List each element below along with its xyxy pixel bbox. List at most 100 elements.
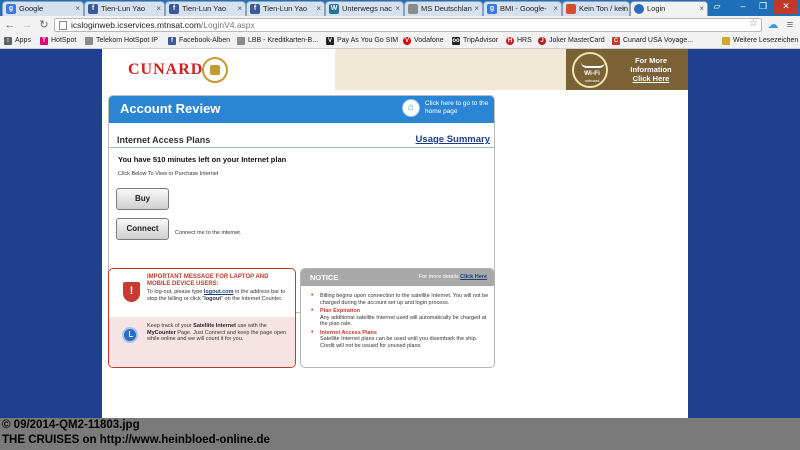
apps-icon: ⁝: [4, 37, 12, 45]
browser-tab[interactable]: g Google ×: [2, 1, 84, 16]
bookmark-lbb[interactable]: LBB - Kreditkarten-B...: [237, 36, 318, 46]
browser-toolbar: ← → ↻ icsloginweb.icservices.mtnsat.com/…: [0, 16, 800, 34]
bookmark-cunard[interactable]: C Cunard USA Voyage...: [612, 36, 693, 46]
home-icon[interactable]: ⌂: [402, 99, 420, 117]
caption-line-1: © 09/2014-QM2-11803.jpg: [2, 419, 140, 431]
warning-shield-icon: !: [123, 282, 140, 302]
vodafone-icon: V: [326, 37, 334, 45]
wifi-more-info[interactable]: For More Information Click Here: [618, 56, 684, 83]
bookmark-payg[interactable]: V Pay As You Go SIM: [326, 36, 398, 46]
minutes-remaining: You have 510 minutes left on your Intern…: [118, 155, 287, 164]
bookmark-hotspot[interactable]: T HotSpot: [40, 36, 76, 46]
bookmark-star-icon[interactable]: ☆: [749, 18, 758, 29]
tab-title: Login: [647, 4, 666, 13]
browser-tab[interactable]: MS Deutschlan ×: [404, 1, 483, 16]
bookmark-tripadvisor[interactable]: oo TripAdvisor: [452, 36, 498, 46]
home-link[interactable]: Click here to go to the home page: [425, 100, 494, 116]
ship-icon: [581, 58, 605, 68]
close-icon[interactable]: ×: [553, 2, 558, 15]
bookmark-telekom[interactable]: Telekom HotSpot IP: [85, 36, 158, 46]
bookmark-vodafone[interactable]: V Vodafone: [403, 36, 444, 46]
notice-click-here-link[interactable]: Click Here: [460, 274, 487, 280]
close-icon[interactable]: ×: [237, 2, 242, 15]
browser-tab[interactable]: g BMI - Google- ×: [483, 1, 562, 16]
browser-tab[interactable]: f Tien-Lun Yao ×: [165, 1, 246, 16]
address-bar[interactable]: icsloginweb.icservices.mtnsat.com/LoginV…: [54, 18, 762, 32]
tab-title: Google: [19, 4, 44, 13]
bookmark-more[interactable]: Weitere Lesezeichen: [722, 36, 798, 46]
close-window-icon[interactable]: ✕: [774, 0, 798, 14]
tab-title: MS Deutschlan: [421, 4, 472, 13]
account-review-header: Account Review ⌂ Click here to go to the…: [109, 96, 494, 123]
bookmarks-bar: ⁝ Apps T HotSpot Telekom HotSpot IP f Faceb…: [0, 34, 800, 49]
page-icon: [59, 21, 67, 30]
mycounter-text: Keep track of your Satellite Internet us…: [147, 323, 287, 342]
clock-icon: [122, 327, 138, 343]
login-page: CUNARD Wi-Fi onboard For More Informatio…: [102, 49, 688, 420]
wifi-info-banner[interactable]: Wi-Fi onboard For More Information Click…: [566, 49, 688, 90]
browser-tab[interactable]: f Tien-Lun Yao ×: [246, 1, 325, 16]
back-icon[interactable]: ←: [3, 18, 17, 32]
close-icon[interactable]: ×: [474, 2, 479, 15]
page-icon: [408, 4, 418, 14]
notice-title: NOTICE: [310, 273, 339, 282]
tripadvisor-icon: oo: [452, 37, 460, 45]
joker-icon: J: [538, 37, 546, 45]
tab-title: BMI - Google-: [500, 4, 547, 13]
vodafone-icon: V: [403, 37, 411, 45]
globe-icon: [634, 4, 644, 14]
restore-icon[interactable]: ❐: [754, 0, 772, 14]
browser-tab[interactable]: Kein Ton / kein ×: [562, 1, 630, 16]
close-icon[interactable]: ×: [156, 2, 161, 15]
close-icon[interactable]: ×: [395, 2, 400, 15]
crest-icon: [202, 57, 228, 83]
connect-button[interactable]: Connect: [116, 218, 169, 240]
logo-area: CUNARD: [102, 49, 335, 90]
forward-icon[interactable]: →: [20, 18, 34, 32]
new-tab-button[interactable]: ▱: [711, 0, 723, 14]
reload-icon[interactable]: ↻: [37, 18, 51, 32]
hrs-icon: H: [506, 37, 514, 45]
usage-summary-link[interactable]: Usage Summary: [416, 134, 490, 145]
wifi-sub: onboard: [584, 78, 600, 83]
buy-button[interactable]: Buy: [116, 188, 169, 210]
browser-tab-bar: g Google × f Tien-Lun Yao × f Tien-Lun Y…: [0, 0, 800, 16]
plans-label: Internet Access Plans: [117, 135, 211, 145]
menu-icon[interactable]: ≡: [783, 18, 797, 32]
logout-link[interactable]: logout.com: [204, 289, 234, 295]
minimize-icon[interactable]: –: [734, 0, 752, 14]
tab-title: Tien-Lun Yao: [263, 4, 308, 13]
cloud-icon[interactable]: ☁: [766, 18, 780, 32]
browser-tab-active[interactable]: Login ×: [630, 1, 708, 16]
important-title: IMPORTANT MESSAGE FOR LAPTOP AND MOBILE …: [147, 274, 269, 287]
header-band: CUNARD Wi-Fi onboard For More Informatio…: [102, 49, 688, 90]
wifi-label: Wi-Fi: [584, 70, 600, 77]
bookmark-joker[interactable]: J Joker MasterCard: [538, 36, 605, 46]
close-icon[interactable]: ×: [699, 2, 704, 15]
list-item: Plan ExpirationAny additional satellite …: [311, 308, 491, 328]
browser-tab[interactable]: f Tien-Lun Yao ×: [84, 1, 165, 16]
close-icon[interactable]: ×: [621, 2, 626, 15]
tab-title: Tien-Lun Yao: [101, 4, 146, 13]
cunard-logo: CUNARD: [128, 61, 204, 78]
cunard-icon: C: [612, 37, 620, 45]
facebook-icon: f: [88, 4, 98, 14]
bookmark-facebook[interactable]: f Facebook-Alben: [168, 36, 230, 46]
caption-line-2: THE CRUISES on http://www.heinbloed-onli…: [2, 434, 270, 446]
notice-more: For more details Click Here: [418, 274, 487, 280]
notice-list: Billing begins upon connection to the sa…: [311, 293, 491, 351]
close-icon[interactable]: ×: [75, 2, 80, 15]
facebook-icon: f: [169, 4, 179, 14]
telekom-icon: T: [40, 37, 48, 45]
tab-title: Tien-Lun Yao: [182, 4, 227, 13]
facebook-icon: f: [250, 4, 260, 14]
bookmark-hrs[interactable]: H HRS: [506, 36, 532, 46]
wordpress-icon: W: [329, 4, 339, 14]
browser-tab[interactable]: W Unterwegs nac ×: [325, 1, 404, 16]
connect-note: Connect me to the internet.: [175, 230, 242, 236]
list-item: Billing begins upon connection to the sa…: [311, 293, 491, 306]
logout-instructions: To log-out, please type logout.com in th…: [147, 289, 286, 302]
close-icon[interactable]: ×: [316, 2, 321, 15]
bookmark-apps[interactable]: ⁝ Apps: [4, 36, 31, 46]
tab-title: Unterwegs nac: [342, 4, 393, 13]
